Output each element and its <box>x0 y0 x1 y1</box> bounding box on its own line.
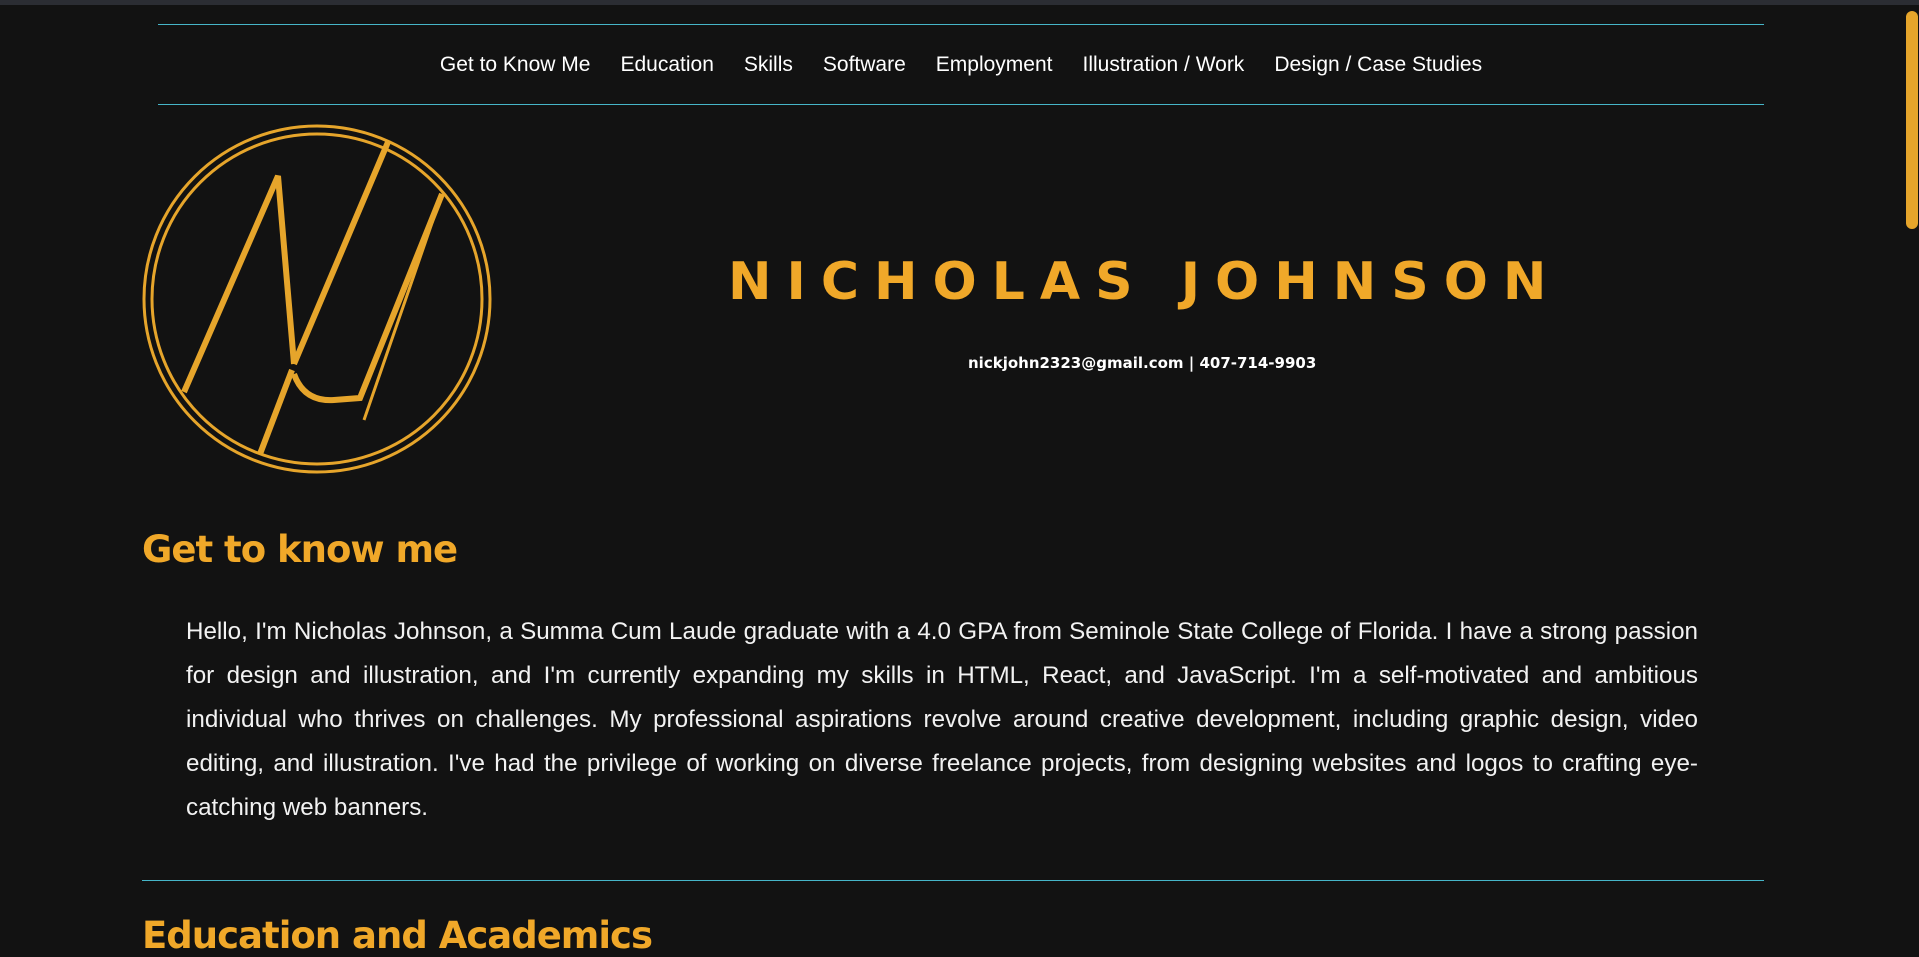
nav-item-illustration-work[interactable]: Illustration / Work <box>1067 53 1259 77</box>
about-paragraph: Hello, I'm Nicholas Johnson, a Summa Cum… <box>186 618 1698 821</box>
main-nav: Get to Know Me Education Skills Software… <box>158 24 1764 105</box>
contact-info: nickjohn2323@gmail.com | 407-714-9903 <box>968 354 1317 372</box>
hero-name: NICHOLAS JOHNSON <box>728 252 1562 312</box>
scrollbar-thumb[interactable] <box>1906 11 1918 229</box>
nav-item-employment[interactable]: Employment <box>921 53 1068 77</box>
nav-item-skills[interactable]: Skills <box>729 53 808 77</box>
nav-item-software[interactable]: Software <box>808 53 921 77</box>
section-divider <box>142 880 1764 881</box>
nav-item-education[interactable]: Education <box>605 53 728 77</box>
about-heading: Get to know me <box>142 528 458 571</box>
education-heading: Education and Academics <box>142 914 653 957</box>
page-content: Get to Know Me Education Skills Software… <box>142 0 1764 957</box>
nav-item-get-to-know-me[interactable]: Get to Know Me <box>425 53 606 77</box>
nav-item-design-case-studies[interactable]: Design / Case Studies <box>1259 53 1497 77</box>
nj-monogram-logo <box>142 124 492 474</box>
scrollbar[interactable] <box>1905 5 1919 942</box>
